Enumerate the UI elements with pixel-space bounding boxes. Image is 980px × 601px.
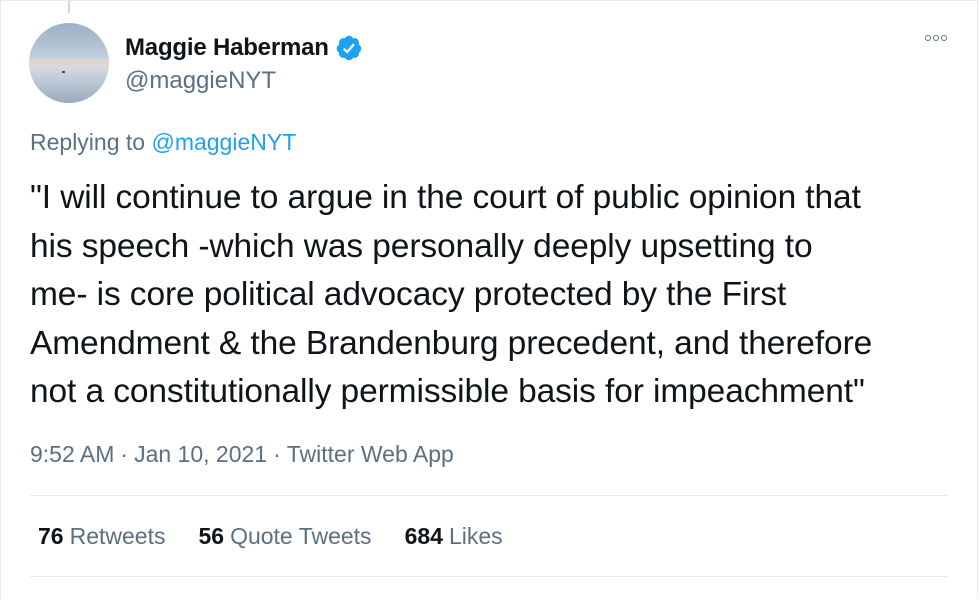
likes-label: Likes — [448, 523, 503, 549]
more-options-icon[interactable] — [925, 35, 947, 41]
divider — [30, 495, 948, 496]
replying-handle-link[interactable]: @maggieNYT — [151, 129, 296, 155]
divider — [30, 576, 948, 577]
avatar[interactable] — [29, 23, 109, 103]
retweets-stat[interactable]: 76 Retweets — [38, 523, 165, 550]
engagement-stats: 76 Retweets 56 Quote Tweets 684 Likes — [38, 523, 536, 550]
quote-tweets-stat[interactable]: 56 Quote Tweets — [198, 523, 371, 550]
more-dot — [941, 35, 947, 41]
tweet-date: Jan 10, 2021 — [134, 441, 268, 467]
avatar-haze — [29, 59, 109, 73]
tweet-text: "I will continue to argue in the court o… — [30, 179, 873, 410]
more-dot — [933, 35, 939, 41]
retweets-label: Retweets — [69, 523, 166, 549]
tweet-time-link[interactable]: 9:52 AM · Jan 10, 2021 — [30, 441, 267, 467]
more-dot — [925, 35, 931, 41]
avatar-plane — [62, 71, 65, 73]
author-handle[interactable]: @maggieNYT — [125, 67, 276, 95]
retweets-count: 76 — [38, 523, 64, 549]
quote-tweets-count: 56 — [198, 523, 225, 549]
tweet-source-link[interactable]: Twitter Web App — [287, 441, 454, 467]
thread-connector-line — [68, 1, 70, 13]
tweet-card: Maggie Haberman @maggieNYT Replying to @… — [0, 0, 978, 599]
likes-stat[interactable]: 684 Likes — [405, 523, 503, 550]
replying-to: Replying to @maggieNYT — [30, 129, 296, 156]
tweet-meta: 9:52 AM · Jan 10, 2021 · Twitter Web App — [30, 441, 454, 468]
tweet-time: 9:52 AM — [30, 441, 115, 467]
verified-badge-icon — [335, 34, 363, 62]
likes-count: 684 — [404, 523, 443, 549]
author-name-row: Maggie Haberman — [125, 34, 363, 62]
author-display-name[interactable]: Maggie Haberman — [125, 34, 329, 62]
quote-tweets-label: Quote Tweets — [230, 523, 372, 549]
meta-separator: · — [120, 441, 129, 467]
replying-prefix: Replying to — [30, 129, 146, 155]
meta-separator: · — [273, 441, 281, 467]
